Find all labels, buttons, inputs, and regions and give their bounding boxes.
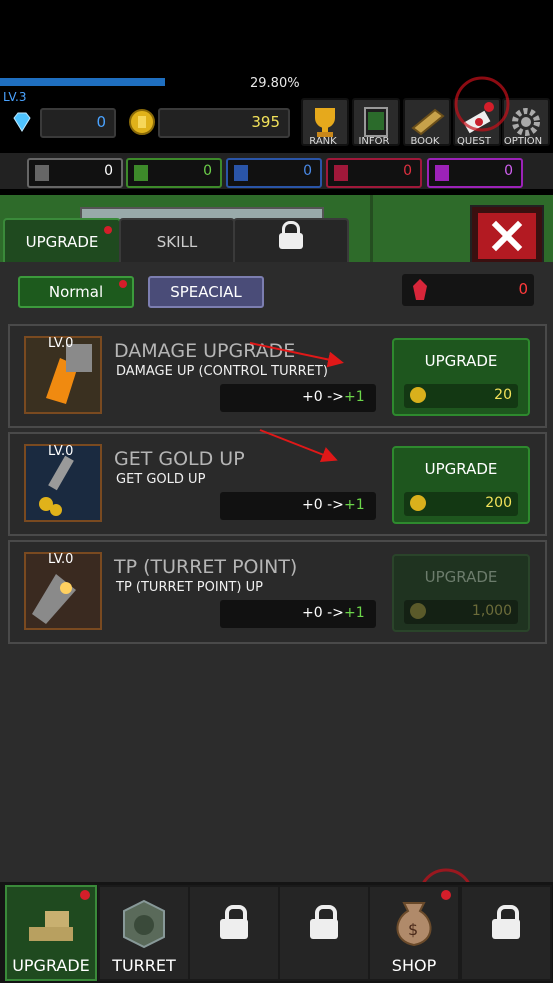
nav-shop-label: SHOP [391, 956, 437, 975]
lock-icon [220, 905, 248, 939]
turret-upgrade-icon [29, 911, 73, 941]
upgrade-nav-notification-dot [80, 890, 90, 900]
nav-locked-3[interactable] [460, 885, 552, 981]
money-bag-icon: $ [396, 902, 432, 947]
annotation-arrows [249, 76, 510, 924]
svg-text:$: $ [408, 920, 418, 939]
turret-icon [123, 899, 165, 949]
shop-nav-notification-dot [441, 890, 451, 900]
nav-upgrade-label: UPGRADE [12, 956, 90, 975]
nav-locked-2[interactable] [278, 885, 370, 981]
lock-icon [310, 905, 338, 939]
nav-turret-label: TURRET [112, 956, 176, 975]
nav-locked-1[interactable] [188, 885, 280, 981]
lock-icon [492, 905, 520, 939]
nav-turret[interactable]: TURRET [98, 885, 190, 981]
